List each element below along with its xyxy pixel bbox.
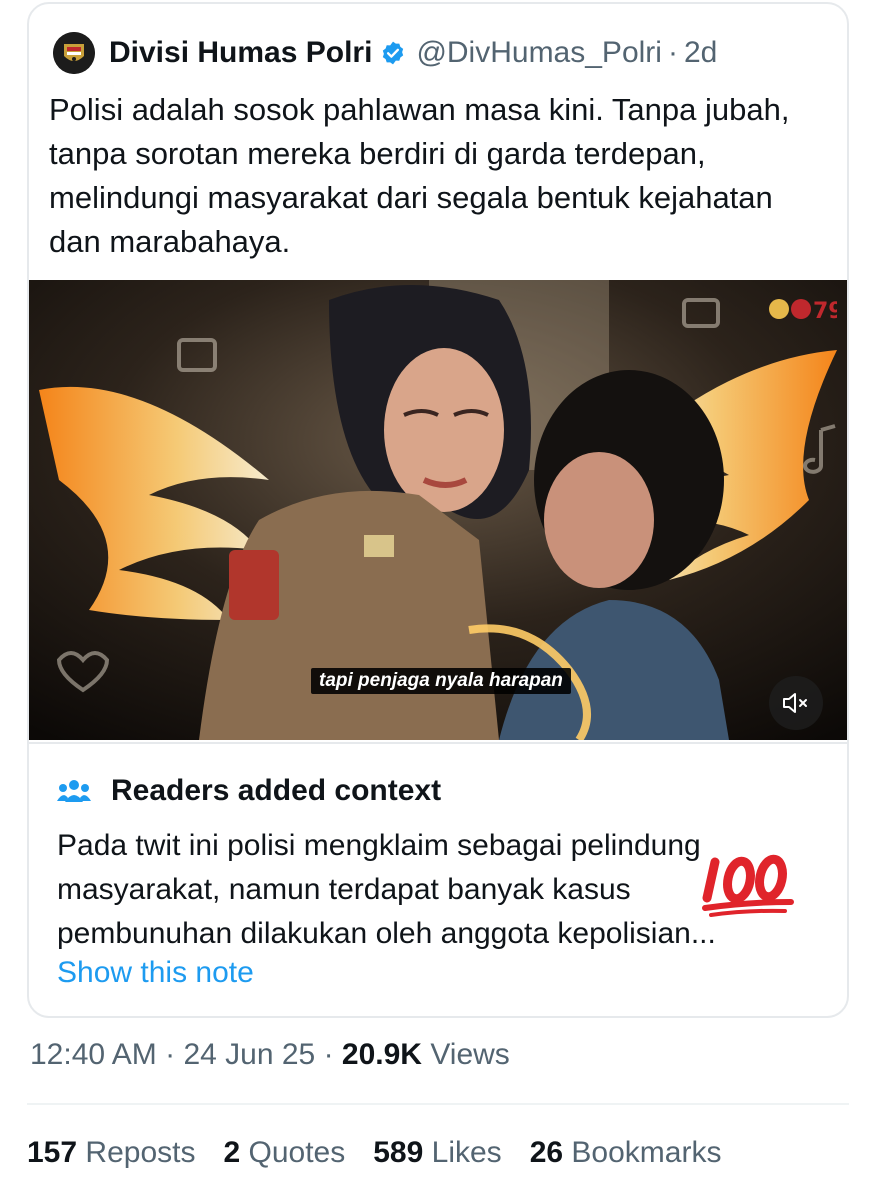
show-note-link[interactable]: Show this note xyxy=(57,956,254,990)
video-caption: tapi penjaga nyala harapan xyxy=(311,668,571,694)
views-count: 20.9K xyxy=(341,1038,422,1071)
community-note-header: Readers added context xyxy=(57,774,441,808)
divider xyxy=(27,1103,849,1105)
post-date[interactable]: 24 Jun 25 xyxy=(183,1038,315,1071)
speaker-muted-icon xyxy=(783,693,807,713)
bookmarks-stat[interactable]: 26 Bookmarks xyxy=(530,1136,722,1170)
quotes-count: 2 xyxy=(223,1136,241,1169)
video-player[interactable]: 79 tapi penjaga nyala harapan xyxy=(29,280,847,740)
bookmarks-label: Bookmarks xyxy=(571,1136,722,1169)
polri-logo-icon xyxy=(53,32,95,74)
tweet-meta: 12:40 AM · 24 Jun 25 · 20.9K Views xyxy=(30,1038,510,1072)
reposts-count: 157 xyxy=(27,1136,78,1169)
views-label: Views xyxy=(430,1038,510,1071)
people-icon xyxy=(57,780,91,802)
tweet-header: Divisi Humas Polri @DivHumas_Polri · 2d xyxy=(53,28,717,78)
bookmarks-count: 26 xyxy=(529,1136,564,1169)
community-note: Readers added context Pada twit ini poli… xyxy=(29,742,847,1016)
verified-badge-icon xyxy=(383,41,404,65)
meta-separator: · xyxy=(165,1038,176,1071)
svg-text:79: 79 xyxy=(813,299,837,324)
broadcaster-logo-icon: 79 xyxy=(769,299,837,324)
author-handle[interactable]: @DivHumas_Polri xyxy=(416,36,662,70)
engagement-stats: 157 Reposts 2 Quotes 589 Likes 26 Bookma… xyxy=(27,1136,749,1170)
avatar[interactable] xyxy=(53,32,95,74)
reposts-stat[interactable]: 157 Reposts xyxy=(27,1136,195,1170)
hundred-points-emoji-icon xyxy=(702,854,794,917)
tweet-text: Polisi adalah sosok pahlawan masa kini. … xyxy=(49,92,790,259)
meta-separator: · xyxy=(323,1038,334,1071)
likes-count: 589 xyxy=(373,1136,424,1169)
author-name[interactable]: Divisi Humas Polri xyxy=(109,36,372,70)
unmute-button[interactable] xyxy=(769,676,823,730)
quotes-stat[interactable]: 2 Quotes xyxy=(223,1136,345,1170)
separator-dot: · xyxy=(667,36,678,69)
community-note-body: Pada twit ini polisi mengklaim sebagai p… xyxy=(57,829,716,950)
quoted-tweet-card[interactable]: Divisi Humas Polri @DivHumas_Polri · 2d … xyxy=(27,2,849,1018)
post-time[interactable]: 12:40 AM xyxy=(30,1038,157,1071)
likes-stat[interactable]: 589 Likes xyxy=(373,1136,501,1170)
reposts-label: Reposts xyxy=(85,1136,196,1169)
quotes-label: Quotes xyxy=(248,1136,346,1169)
likes-label: Likes xyxy=(431,1136,502,1169)
community-note-title: Readers added context xyxy=(111,774,442,807)
tweet-age[interactable]: 2d xyxy=(684,36,717,70)
